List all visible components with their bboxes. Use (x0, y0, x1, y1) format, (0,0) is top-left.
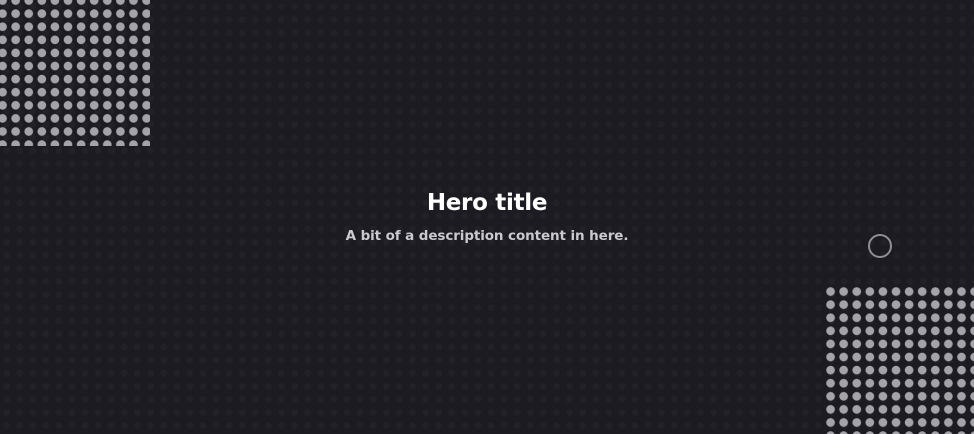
dot-pattern-top-left (0, 0, 150, 146)
hero-content: Hero title A bit of a description conten… (0, 186, 974, 245)
hero-section: Hero title A bit of a description conten… (0, 0, 974, 434)
dot-pattern-bottom-right (824, 285, 974, 434)
hero-title: Hero title (426, 190, 548, 216)
hero-description: A bit of a description content in here. (345, 228, 629, 244)
